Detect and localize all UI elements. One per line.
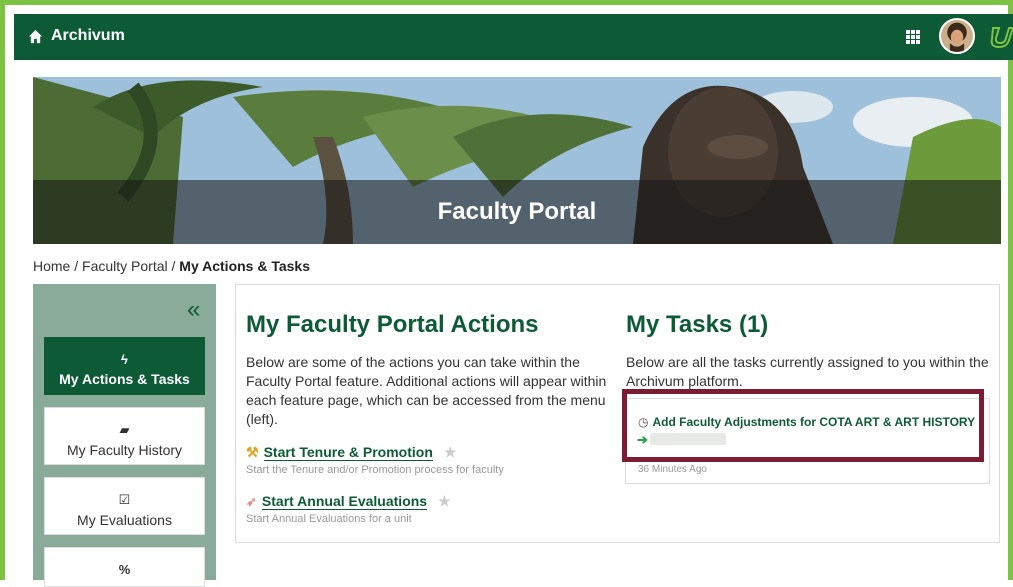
hero-banner: Faculty Portal [33,77,1001,244]
actions-heading: My Faculty Portal Actions [246,311,539,338]
action-description: Start the Tenure and/or Promotion proces… [246,464,504,476]
sidebar: « ϟ My Actions & Tasks ▰ My Faculty Hist… [33,284,216,587]
breadcrumb-current: My Actions & Tasks [179,258,310,274]
banner-title: Faculty Portal [437,198,597,225]
user-avatar[interactable] [939,18,975,54]
actions-intro: Below are some of the actions you can ta… [246,354,607,427]
brand-link[interactable]: Archivum [28,27,125,45]
sidebar-item-label: My Faculty History [66,442,183,458]
task-timestamp: 36 Minutes Ago [638,464,707,475]
sidebar-item-evaluations[interactable]: ☑ My Evaluations [44,477,205,535]
top-navbar: Archivum [14,14,1013,60]
tasks-heading: My Tasks (1) [626,311,769,338]
action-description: Start Annual Evaluations for a unit [246,513,412,525]
app-name: Archivum [51,27,125,44]
start-tenure-promotion-link[interactable]: ⚒ Start Tenure & Promotion ★ [246,444,456,461]
percent-icon: % [118,562,131,577]
sidebar-item-actions-tasks[interactable]: ϟ My Actions & Tasks [44,337,205,395]
gavel-icon: ⚒ [246,444,259,460]
calendar-check-icon: ☑ [118,492,131,507]
sidebar-item-percent[interactable]: % [44,547,205,587]
action-label: Start Annual Evaluations [261,493,428,510]
star-icon[interactable]: ★ [438,493,451,510]
breadcrumb-separator: / [167,258,180,274]
sidebar-item-faculty-history[interactable]: ▰ My Faculty History [44,407,205,465]
apps-grid-icon[interactable] [906,30,920,44]
collapse-icon[interactable]: « [187,298,200,322]
star-icon[interactable]: ★ [444,444,457,461]
breadcrumb-portal[interactable]: Faculty Portal [82,258,168,274]
tasks-intro: Below are all the tasks currently assign… [626,354,989,389]
breadcrumb-home[interactable]: Home [33,258,70,274]
breadcrumb: Home / Faculty Portal / My Actions & Tas… [33,258,310,274]
action-label: Start Tenure & Promotion [263,444,433,461]
book-icon: ▰ [119,422,130,437]
breadcrumb-separator: / [70,258,83,274]
sidebar-item-label: My Evaluations [77,512,172,528]
start-annual-evaluations-link[interactable]: ➶ Start Annual Evaluations ★ [246,493,451,510]
usf-logo-icon [990,27,1013,49]
task-highlight-box [622,389,984,462]
sidebar-item-label: My Actions & Tasks [59,371,190,387]
paper-plane-icon: ➶ [246,493,257,509]
home-icon [28,29,43,43]
bolt-icon: ϟ [121,352,128,367]
